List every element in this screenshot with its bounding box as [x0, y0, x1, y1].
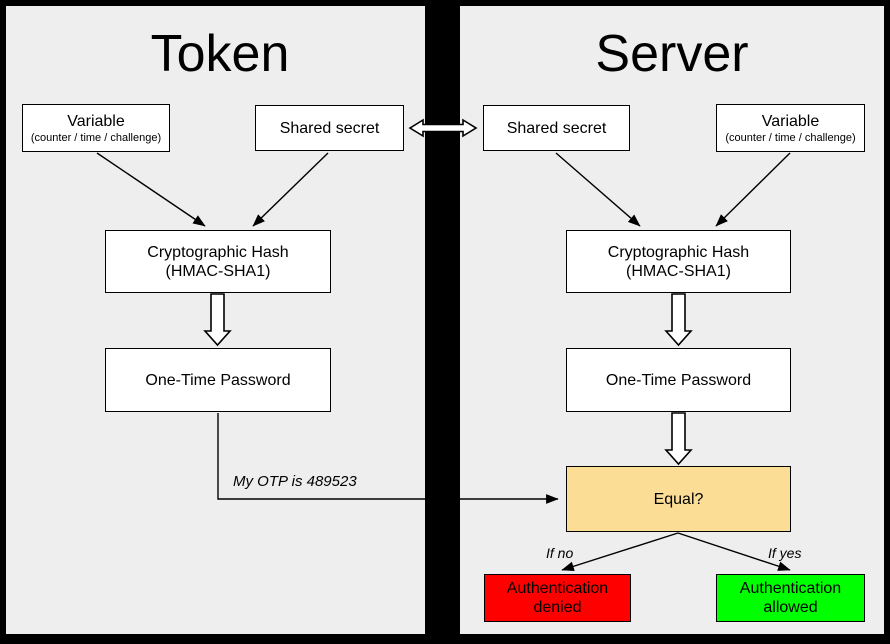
authentication-allowed-box[interactable]: Authentication allowed: [716, 574, 865, 622]
if-no-label: If no: [546, 545, 574, 561]
server-hash-title: Cryptographic Hash: [607, 243, 750, 261]
server-panel: [460, 6, 884, 634]
authentication-denied-box[interactable]: Authentication denied: [484, 574, 631, 622]
token-hash-box[interactable]: Cryptographic Hash (HMAC-SHA1): [105, 230, 331, 293]
panel-divider: [425, 0, 460, 644]
server-variable-subtitle: (counter / time / challenge): [725, 131, 856, 144]
token-otp-box[interactable]: One-Time Password: [105, 348, 331, 412]
authentication-denied-line1: Authentication: [506, 580, 609, 597]
server-title: Server: [595, 25, 749, 83]
if-yes-label: If yes: [768, 545, 802, 561]
authentication-allowed-line2: allowed: [763, 599, 818, 616]
token-shared-secret-box[interactable]: Shared secret: [255, 105, 404, 151]
server-hash-box[interactable]: Cryptographic Hash (HMAC-SHA1): [566, 230, 791, 293]
token-hash-subtitle: (HMAC-SHA1): [165, 262, 271, 280]
server-otp-box[interactable]: One-Time Password: [566, 348, 791, 412]
server-variable-box[interactable]: Variable (counter / time / challenge): [716, 104, 865, 152]
token-title: Token: [150, 25, 290, 83]
token-hash-title: Cryptographic Hash: [147, 243, 289, 261]
token-shared-secret-label: Shared secret: [279, 119, 380, 137]
server-otp-label: One-Time Password: [605, 371, 752, 389]
token-panel: [6, 6, 425, 634]
server-equal-decision-box[interactable]: Equal?: [566, 466, 791, 532]
token-variable-subtitle: (counter / time / challenge): [30, 131, 162, 144]
server-shared-secret-box[interactable]: Shared secret: [483, 105, 630, 151]
server-variable-title: Variable: [761, 112, 820, 130]
authentication-denied-line2: denied: [533, 599, 582, 616]
token-variable-title: Variable: [67, 112, 125, 130]
server-shared-secret-label: Shared secret: [506, 119, 607, 137]
token-variable-box[interactable]: Variable (counter / time / challenge): [22, 104, 170, 152]
token-otp-label: One-Time Password: [145, 371, 291, 389]
server-equal-label: Equal?: [653, 490, 704, 508]
authentication-allowed-line1: Authentication: [739, 580, 842, 597]
diagram-canvas: Token Server Variable (counter / time / …: [0, 0, 890, 644]
server-hash-subtitle: (HMAC-SHA1): [626, 262, 731, 280]
otp-message-label: My OTP is 489523: [233, 473, 357, 490]
